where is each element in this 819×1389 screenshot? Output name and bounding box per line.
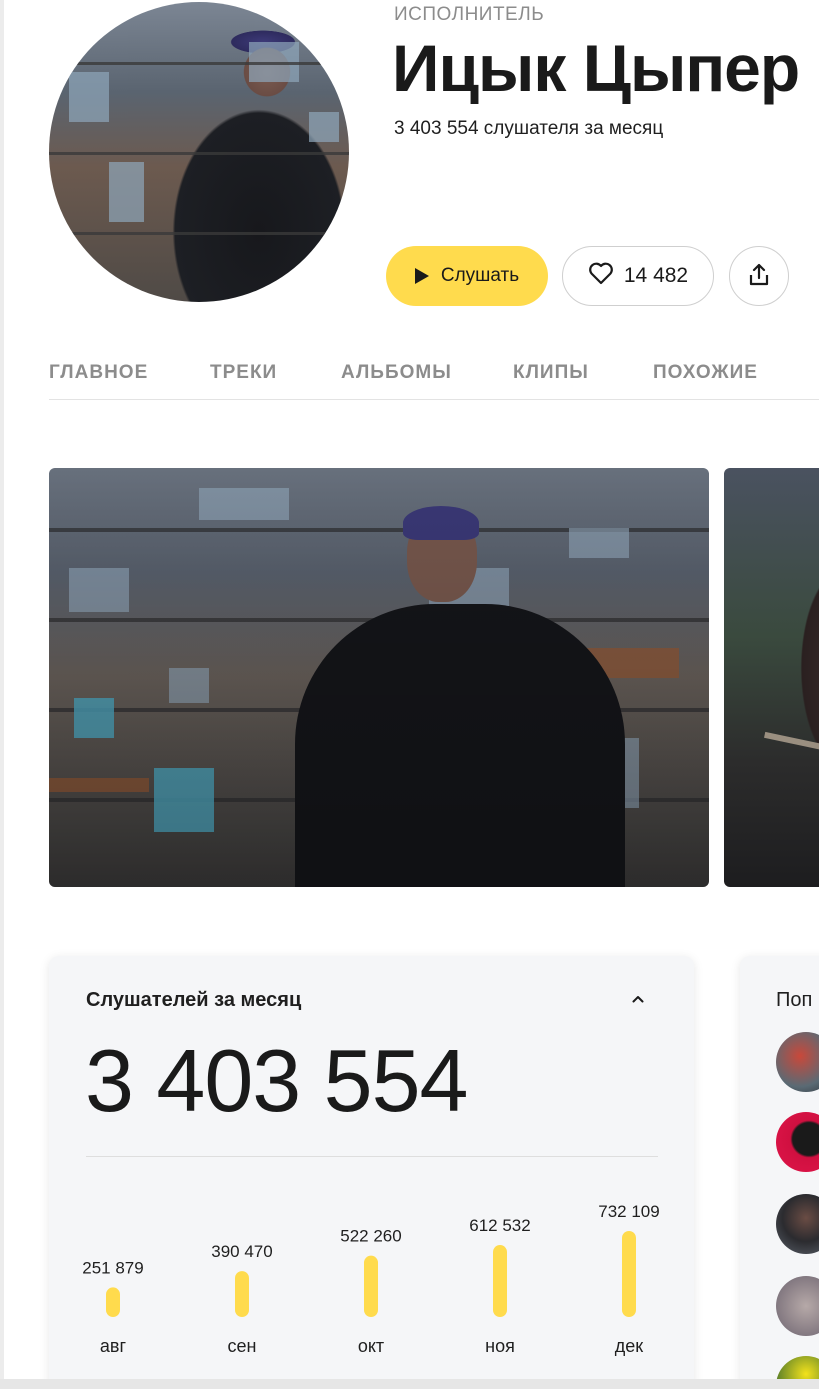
artist-type-label: ИСПОЛНИТЕЛЬ (394, 4, 545, 25)
share-button[interactable] (729, 246, 789, 306)
chart-category-label: окт (358, 1336, 384, 1356)
popular-card: Поп (740, 956, 819, 1389)
artist-photo[interactable] (49, 468, 709, 887)
chart-bar (364, 1255, 378, 1317)
listeners-stats-card: Слушателей за месяц 3 403 554 251 879 авг… (49, 956, 694, 1389)
chart-bar (493, 1245, 507, 1317)
tab-similar[interactable]: ПОХОЖИЕ (653, 362, 758, 384)
like-button[interactable]: 14 482 (562, 246, 714, 306)
popular-item-cover[interactable] (776, 1276, 819, 1336)
chart-value-label: 522 260 (340, 1227, 401, 1246)
popular-item-cover[interactable] (776, 1194, 819, 1254)
chart-value-label: 251 879 (82, 1258, 143, 1277)
chart-value-label: 612 532 (469, 1216, 530, 1235)
artist-avatar (49, 2, 349, 302)
chart-category-label: авг (100, 1336, 127, 1356)
artist-photo-next[interactable] (724, 468, 819, 887)
play-icon (414, 268, 429, 284)
monthly-listeners-chart: 251 879 авг 390 470 сен 522 260 окт 612 532 ноя… (82, 1202, 659, 1356)
tab-clips[interactable]: КЛИПЫ (513, 362, 589, 384)
page-left-edge (0, 0, 4, 1389)
chart-category-label: ноя (485, 1336, 515, 1356)
horizontal-scrollbar[interactable] (0, 1379, 819, 1389)
tab-main[interactable]: ГЛАВНОЕ (49, 362, 148, 384)
monthly-listeners: 3 403 554 слушателя за месяц (394, 118, 664, 139)
popular-item-cover[interactable] (776, 1112, 819, 1172)
popular-item-cover[interactable] (776, 1032, 819, 1092)
heart-icon (588, 261, 614, 291)
chart-value-label: 390 470 (211, 1242, 272, 1261)
popular-card-title: Поп (776, 989, 813, 1011)
play-button[interactable]: Слушать (386, 246, 548, 306)
tab-tracks[interactable]: ТРЕКИ (210, 362, 277, 384)
artist-name: Ицык Цыпер (392, 31, 800, 105)
chart-category-label: дек (615, 1336, 644, 1356)
chart-bar (235, 1271, 249, 1317)
tab-albums[interactable]: АЛЬБОМЫ (341, 362, 452, 384)
chart-bar (106, 1287, 120, 1317)
play-button-label: Слушать (440, 265, 520, 286)
likes-count: 14 482 (623, 264, 689, 287)
share-icon (746, 262, 772, 291)
chart-value-label: 732 109 (598, 1202, 659, 1221)
artist-tabs: ГЛАВНОЕ ТРЕКИ АЛЬБОМЫ КЛИПЫ ПОХОЖИЕ (49, 360, 819, 400)
chart-category-label: сен (228, 1336, 257, 1356)
chart-bar (622, 1231, 636, 1317)
